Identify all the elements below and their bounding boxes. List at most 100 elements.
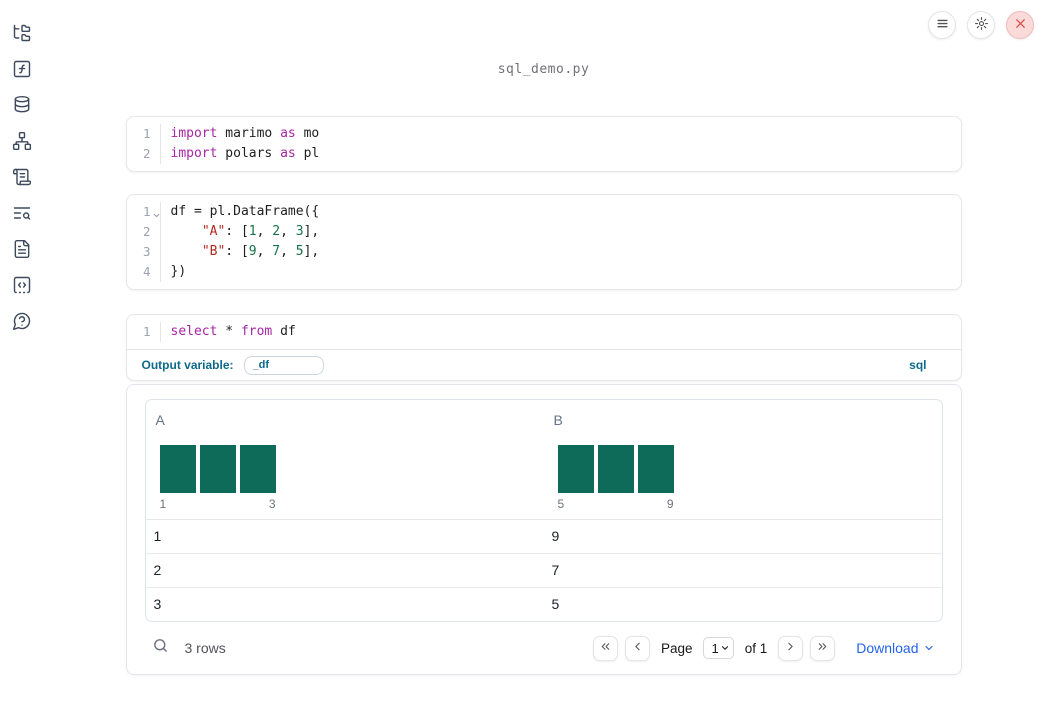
table-row[interactable]: 27 <box>145 553 942 587</box>
download-label: Download <box>856 640 919 656</box>
histogram-bar <box>637 445 674 493</box>
hamburger-icon <box>935 16 950 34</box>
sidebar-item-documentation[interactable] <box>12 239 32 259</box>
chevron-down-icon <box>720 641 730 656</box>
table-row[interactable]: 19 <box>146 520 942 553</box>
menu-button[interactable] <box>928 11 956 39</box>
line-number: 1 <box>127 202 160 222</box>
sidebar-item-scratchpad[interactable] <box>12 167 32 187</box>
table-footer: 3 rows Page 1 of 1 Download <box>127 622 961 674</box>
table-header-row: A13B59 <box>145 400 942 520</box>
function-square-icon <box>12 59 32 79</box>
scroll-text-icon <box>12 167 32 187</box>
prev-page-button[interactable] <box>624 635 650 661</box>
line-number-gutter: 12 <box>127 124 161 164</box>
histogram-max-label: 9 <box>666 497 674 511</box>
sql-output-card: A13B59 192735 3 rows Page 1 of 1 Downloa… <box>125 384 962 675</box>
histogram-bar <box>199 445 236 493</box>
sidebar-item-dependency-graph[interactable] <box>12 131 32 151</box>
table-cell: 9 <box>551 528 560 544</box>
code-editor[interactable]: 1 2 import marimo as mo import polars as pl <box>127 117 961 171</box>
sql-language-badge: sql <box>909 358 927 372</box>
line-number: 2 <box>142 146 151 161</box>
help-circle-icon <box>12 311 32 331</box>
download-button[interactable]: Download <box>856 640 934 657</box>
histogram-bar <box>557 445 594 493</box>
column-header[interactable]: A13 <box>146 400 544 519</box>
next-page-button[interactable] <box>778 635 804 661</box>
histogram-range: 59 <box>558 497 674 511</box>
notebook-area: sql_demo.py 1 2 import marimo as mo import … <box>44 0 1043 675</box>
row-count: 3 rows <box>184 640 226 656</box>
first-page-button[interactable] <box>592 635 618 661</box>
code-line: df = pl.DataFrame({ <box>170 204 320 219</box>
output-variable-input[interactable] <box>243 355 324 375</box>
table-cell: 1 <box>153 528 162 544</box>
code-line: "B": [9, 7, 5], <box>201 244 320 259</box>
histogram-bar <box>159 445 196 493</box>
histogram-range: 13 <box>160 497 276 511</box>
code-square-icon <box>12 275 32 295</box>
last-page-button[interactable] <box>810 635 836 661</box>
page-select-value: 1 <box>711 640 719 656</box>
chevrons-right-icon <box>816 640 829 656</box>
line-number: 1 <box>142 324 151 339</box>
gear-icon <box>974 16 989 34</box>
chevron-down-icon <box>923 640 935 657</box>
data-table: A13B59 192735 <box>144 399 943 622</box>
output-variable-label: Output variable: <box>141 358 234 372</box>
sidebar-item-variables[interactable] <box>12 59 32 79</box>
histogram-bar <box>597 445 634 493</box>
sidebar-item-data-sources[interactable] <box>12 95 32 115</box>
line-number-gutter: 1 2 3 4 <box>127 202 161 282</box>
sql-cell-footer: Output variable: sql <box>126 349 961 380</box>
table-row[interactable]: 35 <box>145 587 942 621</box>
sidebar-item-logs[interactable] <box>12 203 32 223</box>
shutdown-button[interactable] <box>1006 11 1034 39</box>
table-cell: 7 <box>551 562 560 578</box>
chevron-right-icon <box>784 640 797 656</box>
notebook-filename: sql_demo.py <box>497 62 590 77</box>
folder-tree-icon <box>12 23 32 43</box>
code-cell-imports[interactable]: 1 2 import marimo as mo import polars as pl <box>125 116 962 172</box>
database-icon <box>12 95 32 115</box>
sidebar-item-help[interactable] <box>12 311 32 331</box>
column-histogram[interactable] <box>159 445 536 493</box>
chevron-left-icon <box>631 640 644 656</box>
code-cell-dataframe[interactable]: 1 2 3 4 df = pl.DataFrame({ "A": [1, 2, 3], … <box>125 194 962 290</box>
histogram-min-label: 5 <box>557 497 565 511</box>
line-number-gutter: 1 <box>127 322 161 342</box>
search-icon[interactable] <box>152 637 169 659</box>
sidebar <box>0 0 44 331</box>
code-editor[interactable]: 1 select * from df <box>127 315 961 349</box>
page-label: Page <box>660 640 693 656</box>
table-cell: 3 <box>153 596 162 612</box>
page-select[interactable]: 1 <box>703 637 734 659</box>
table-body: 192735 <box>145 520 942 621</box>
column-name: B <box>553 412 563 428</box>
column-name: A <box>155 412 165 428</box>
line-number: 2 <box>142 224 151 239</box>
code-line: import marimo as mo <box>170 126 320 141</box>
code-line: select * from df <box>170 324 296 339</box>
code-line: }) <box>170 264 187 279</box>
table-cell: 2 <box>153 562 162 578</box>
histogram-max-label: 3 <box>268 497 276 511</box>
close-icon <box>1013 16 1028 34</box>
line-number: 1 <box>142 126 151 141</box>
chevrons-left-icon <box>599 640 612 656</box>
file-text-icon <box>12 239 32 259</box>
sidebar-item-snippets[interactable] <box>12 275 32 295</box>
topbar <box>928 11 1034 39</box>
sidebar-item-file-explorer[interactable] <box>12 23 32 43</box>
column-histogram[interactable] <box>557 445 934 493</box>
code-line: "A": [1, 2, 3], <box>201 224 320 239</box>
sql-cell[interactable]: 1 select * from df Output variable: sql <box>125 314 962 381</box>
network-icon <box>12 131 32 151</box>
histogram-bar <box>239 445 276 493</box>
histogram-min-label: 1 <box>159 497 167 511</box>
settings-button[interactable] <box>967 11 995 39</box>
column-header[interactable]: B59 <box>544 400 942 519</box>
line-number: 4 <box>142 264 151 279</box>
code-editor[interactable]: 1 2 3 4 df = pl.DataFrame({ "A": [1, 2, 3], … <box>127 195 961 289</box>
